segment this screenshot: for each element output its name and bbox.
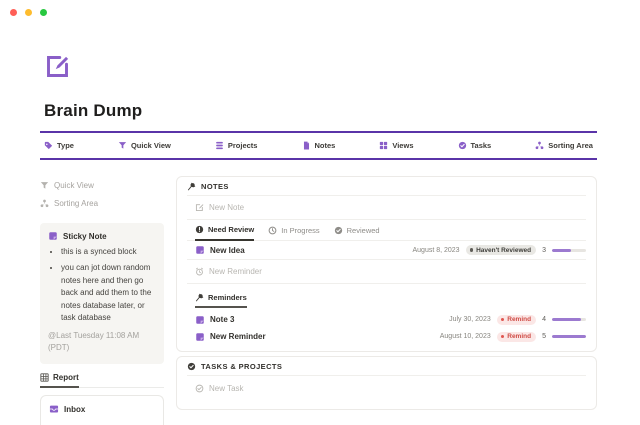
nav-item-tasks[interactable]: Tasks bbox=[458, 141, 492, 150]
progress-bar bbox=[552, 249, 586, 252]
note-count: 5 bbox=[542, 333, 546, 340]
tasks-header: TASKS & PROJECTS bbox=[187, 357, 586, 376]
status-badge: Remind bbox=[497, 315, 536, 325]
sidebar-item-quick-view[interactable]: Quick View bbox=[40, 176, 164, 194]
window-controls bbox=[10, 9, 47, 16]
note-row-new-reminder[interactable]: New Reminder August 10, 2023 Remind 5 bbox=[187, 328, 586, 345]
nav-item-type[interactable]: Type bbox=[44, 141, 74, 150]
nav-item-notes[interactable]: Notes bbox=[302, 141, 336, 150]
status-badge: Remind bbox=[497, 332, 536, 342]
progress-bar bbox=[552, 318, 586, 321]
grid-icon bbox=[379, 141, 388, 150]
nav-item-views[interactable]: Views bbox=[379, 141, 413, 150]
check-circle-icon bbox=[187, 362, 196, 371]
layers-icon bbox=[215, 141, 224, 150]
minimize-window-icon[interactable] bbox=[25, 9, 32, 16]
sticky-note-block[interactable]: Sticky Note this is a synced block you c… bbox=[40, 223, 164, 364]
status-badge: Haven't Reviewed bbox=[466, 245, 537, 255]
new-note-input[interactable]: New Note bbox=[187, 196, 586, 220]
clock-icon bbox=[268, 226, 277, 235]
tab-need-review[interactable]: Need Review bbox=[195, 225, 254, 241]
note-count: 3 bbox=[542, 247, 546, 254]
note-icon bbox=[48, 231, 58, 241]
new-reminder-input[interactable]: New Reminder bbox=[187, 260, 586, 284]
notes-section: NOTES New Note Need Review In Progress R… bbox=[176, 176, 597, 352]
note-icon bbox=[195, 245, 205, 255]
last-edited-mention: @Last Tuesday 11:08 AM (PDT) bbox=[48, 330, 156, 354]
zoom-window-icon[interactable] bbox=[40, 9, 47, 16]
note-row-new-idea[interactable]: New Idea August 8, 2023 Haven't Reviewed… bbox=[187, 241, 586, 260]
note-icon bbox=[195, 315, 205, 325]
new-task-input[interactable]: New Task bbox=[187, 376, 586, 400]
progress-bar bbox=[552, 335, 586, 338]
sidebar-item-sorting-area[interactable]: Sorting Area bbox=[40, 194, 164, 212]
close-window-icon[interactable] bbox=[10, 9, 17, 16]
note-count: 4 bbox=[542, 316, 546, 323]
database-navbar: Type Quick View Projects Notes Views Tas… bbox=[40, 131, 597, 160]
check-circle-icon bbox=[195, 384, 204, 393]
bullet-item: you can jot down random notes here and t… bbox=[61, 262, 156, 324]
exclamation-circle-icon bbox=[195, 225, 204, 234]
compose-icon bbox=[195, 203, 204, 212]
tab-in-progress[interactable]: In Progress bbox=[268, 226, 319, 240]
notes-status-tabs: Need Review In Progress Reviewed bbox=[187, 220, 586, 241]
table-icon bbox=[40, 373, 49, 382]
shapes-icon bbox=[535, 141, 544, 150]
check-circle-icon bbox=[458, 141, 467, 150]
sticky-note-title: Sticky Note bbox=[63, 232, 107, 241]
note-date: August 8, 2023 bbox=[412, 247, 459, 254]
filter-icon bbox=[118, 141, 127, 150]
note-date: July 30, 2023 bbox=[449, 316, 491, 323]
sidebar-item-inbox[interactable]: Inbox bbox=[49, 404, 155, 414]
bullet-item: this is a synced block bbox=[61, 246, 156, 258]
compose-page-icon bbox=[44, 53, 71, 80]
tab-reviewed[interactable]: Reviewed bbox=[334, 226, 380, 240]
pushpin-icon bbox=[187, 182, 196, 191]
alarm-icon bbox=[195, 267, 204, 276]
filter-icon bbox=[40, 181, 49, 190]
check-circle-icon bbox=[334, 226, 343, 235]
tasks-section: TASKS & PROJECTS New Task bbox=[176, 356, 597, 410]
notes-title: NOTES bbox=[201, 182, 229, 191]
page-title: Brain Dump bbox=[44, 101, 142, 121]
sticky-note-bullets: this is a synced block you can jot down … bbox=[61, 246, 156, 324]
nav-item-sorting-area[interactable]: Sorting Area bbox=[535, 141, 593, 150]
note-row-note-3[interactable]: Note 3 July 30, 2023 Remind 4 bbox=[187, 311, 586, 328]
pushpin-icon bbox=[195, 293, 204, 302]
page-icon bbox=[302, 141, 311, 150]
tab-report[interactable]: Report bbox=[40, 373, 79, 388]
nav-item-quick-view[interactable]: Quick View bbox=[118, 141, 171, 150]
sidebar-tab-row: Report bbox=[40, 373, 164, 388]
sidebar: Quick View Sorting Area Sticky Note this… bbox=[40, 176, 164, 425]
tasks-title: TASKS & PROJECTS bbox=[201, 362, 282, 371]
inbox-icon bbox=[49, 404, 59, 414]
notes-header: NOTES bbox=[187, 177, 586, 196]
note-icon bbox=[195, 332, 205, 342]
tag-icon bbox=[44, 141, 53, 150]
nav-item-projects[interactable]: Projects bbox=[215, 141, 258, 150]
tab-reminders[interactable]: Reminders bbox=[195, 293, 247, 308]
main-content: NOTES New Note Need Review In Progress R… bbox=[176, 176, 597, 410]
reminders-tab-row: Reminders bbox=[187, 289, 586, 308]
note-date: August 10, 2023 bbox=[440, 333, 491, 340]
shapes-icon bbox=[40, 199, 49, 208]
